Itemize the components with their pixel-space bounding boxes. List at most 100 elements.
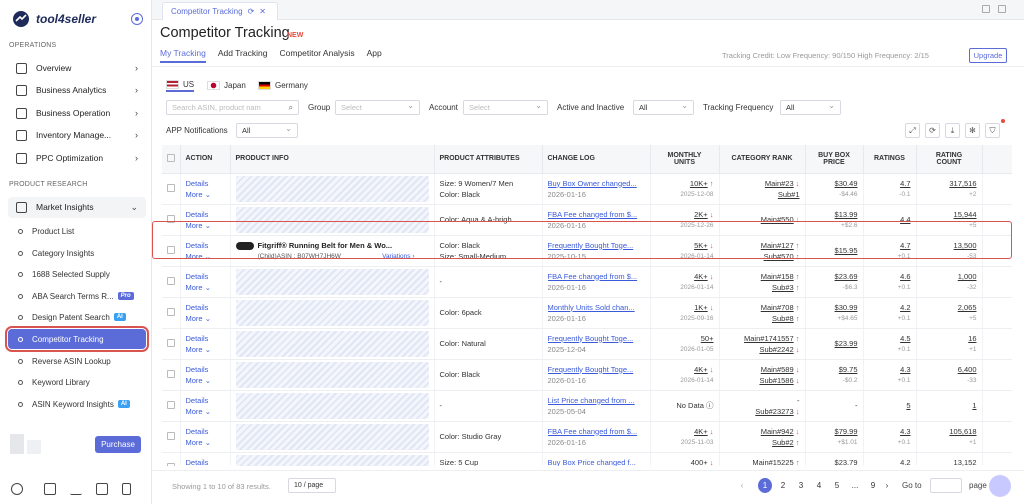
buy-box-price[interactable]: $79.99 [811,426,858,437]
frequency-select[interactable]: All [780,100,841,115]
more-link[interactable]: More ⌄ [186,406,225,417]
sidebar-subitem-2[interactable]: 1688 Selected Supply [8,264,146,284]
main-rank[interactable]: Main#15225 [752,458,793,467]
change-log-link[interactable]: List Price changed from ... [548,395,645,406]
details-link[interactable]: Details [186,271,225,282]
rating-count[interactable]: 6,400 [922,364,977,375]
buy-box-price[interactable]: $30.99 [811,302,858,313]
page-5[interactable]: ... [848,478,862,493]
monthly-units[interactable]: 4K+ [694,427,708,436]
rating-count[interactable]: 13,500 [922,240,977,251]
page-4[interactable]: 5 [830,478,844,493]
prev-page-button[interactable]: ‹ [735,478,749,493]
monthly-units[interactable]: 10K+ [690,179,708,188]
next-page-button[interactable]: › [880,478,894,493]
market-japan[interactable]: Japan [207,78,246,92]
col-rating-count[interactable]: RATING COUNT [916,145,983,174]
main-rank[interactable]: Main#127 [761,241,794,250]
buy-box-price[interactable]: $23.69 [811,271,858,282]
rating-count[interactable]: 13,152 [922,457,977,467]
active-select[interactable]: All [633,100,694,115]
goto-input[interactable] [930,478,962,493]
col-monthly-units[interactable]: MONTHLY UNITS [650,145,720,174]
rating-count[interactable]: 16 [922,333,976,344]
market-insights-row[interactable]: Market Insights ⌄ [0,197,152,217]
change-log-link[interactable]: Monthly Units Sold chan... [548,302,645,313]
page-6[interactable]: 9 [866,478,880,493]
monthly-units[interactable]: 5K+ [694,241,708,250]
sub-rank[interactable]: Sub#2 [772,438,794,447]
details-link[interactable]: Details [186,333,225,344]
monthly-units[interactable]: No Data [676,401,704,410]
monthly-units[interactable]: 1K+ [694,303,708,312]
rating-value[interactable]: 4.5 [869,333,910,344]
rating-value[interactable]: 4.3 [869,426,910,437]
market-germany[interactable]: Germany [258,78,308,92]
change-log-link[interactable]: Buy Box Price changed f... [548,457,645,467]
tab-competitor-tracking[interactable]: Competitor Tracking ⟳ ✕ [162,2,278,20]
sidebar-item-2[interactable]: Business Operation › [0,103,152,123]
upgrade-button[interactable]: Upgrade [969,48,1007,63]
sidebar-item-0[interactable]: Overview › [0,58,152,78]
page-size-select[interactable]: 10 / page [288,478,336,493]
purchase-button[interactable]: Purchase [95,436,141,453]
page-1[interactable]: 2 [776,478,790,493]
rating-count[interactable]: 317,516 [922,178,976,189]
change-log-link[interactable]: FBA Fee changed from $... [548,426,645,437]
rating-value[interactable]: 5 [869,400,910,411]
row-checkbox[interactable] [167,369,175,378]
rating-value[interactable]: 4.2 [869,457,910,467]
trash-icon[interactable] [982,5,990,13]
buy-box-price[interactable]: $15.95 [811,245,858,256]
app-notifications-select[interactable]: All [236,123,298,138]
change-log-link[interactable]: FBA Fee changed from $... [548,209,645,220]
settings-icon[interactable]: ✻ [965,123,980,138]
change-log-link[interactable]: Frequently Bought Toge... [548,364,645,375]
monthly-units[interactable]: 4K+ [694,272,708,281]
details-link[interactable]: Details [186,364,225,375]
rating-value[interactable]: 4.3 [869,364,910,375]
sub-rank[interactable]: Sub#1 [778,190,800,199]
main-rank[interactable]: Main#550 [761,215,794,224]
row-checkbox[interactable] [167,276,175,285]
sidebar-subitem-5[interactable]: Competitor Tracking [5,326,149,352]
user-icon[interactable] [11,483,23,495]
search-input[interactable]: Search ASIN, product nam [166,100,299,115]
row-checkbox[interactable] [167,183,175,192]
more-link[interactable]: More ⌄ [186,375,225,386]
sub-rank[interactable]: Sub#2242 [759,345,793,354]
refresh-icon[interactable]: ⟳ [248,7,255,16]
main-rank[interactable]: - [797,396,800,405]
details-link[interactable]: Details [186,178,225,189]
sidebar-subitem-1[interactable]: Category Insights [8,243,146,263]
sidebar-subitem-8[interactable]: ASIN Keyword Insights AI [8,394,146,414]
assistant-avatar[interactable] [989,475,1011,497]
buy-box-price[interactable]: $30.49 [811,178,858,189]
close-icon[interactable]: ✕ [259,7,266,16]
rating-count[interactable]: 15,944 [922,209,977,220]
details-link[interactable]: Details [186,426,225,437]
details-link[interactable]: Details [186,302,225,313]
main-rank[interactable]: Main#158 [761,272,794,281]
rating-value[interactable]: 4.7 [869,178,910,189]
row-checkbox[interactable] [167,245,175,254]
variations-link[interactable]: Variations › [382,253,414,260]
rating-value[interactable]: 4.4 [869,214,910,225]
row-checkbox[interactable] [167,400,175,409]
sidebar-subitem-3[interactable]: ABA Search Terms R... Pro [8,286,146,306]
select-all-checkbox[interactable] [167,153,175,162]
sidebar-item-4[interactable]: PPC Optimization › [0,148,152,168]
sub-rank[interactable]: Sub#23273 [755,407,793,416]
buy-box-price[interactable]: $13.99 [811,209,858,220]
main-rank[interactable]: Main#1741557 [744,334,794,343]
rating-value[interactable]: 4.2 [869,302,910,313]
page-3[interactable]: 4 [812,478,826,493]
monthly-units[interactable]: 2K+ [694,210,708,219]
rating-value[interactable]: 4.7 [869,240,910,251]
calendar-icon[interactable] [96,483,108,495]
rating-count[interactable]: 1,000 [922,271,977,282]
more-link[interactable]: More ⌄ [186,437,225,448]
more-link[interactable]: More ⌄ [186,313,225,324]
more-link[interactable]: More ⌄ [186,189,225,200]
main-rank[interactable]: Main#589 [761,365,794,374]
